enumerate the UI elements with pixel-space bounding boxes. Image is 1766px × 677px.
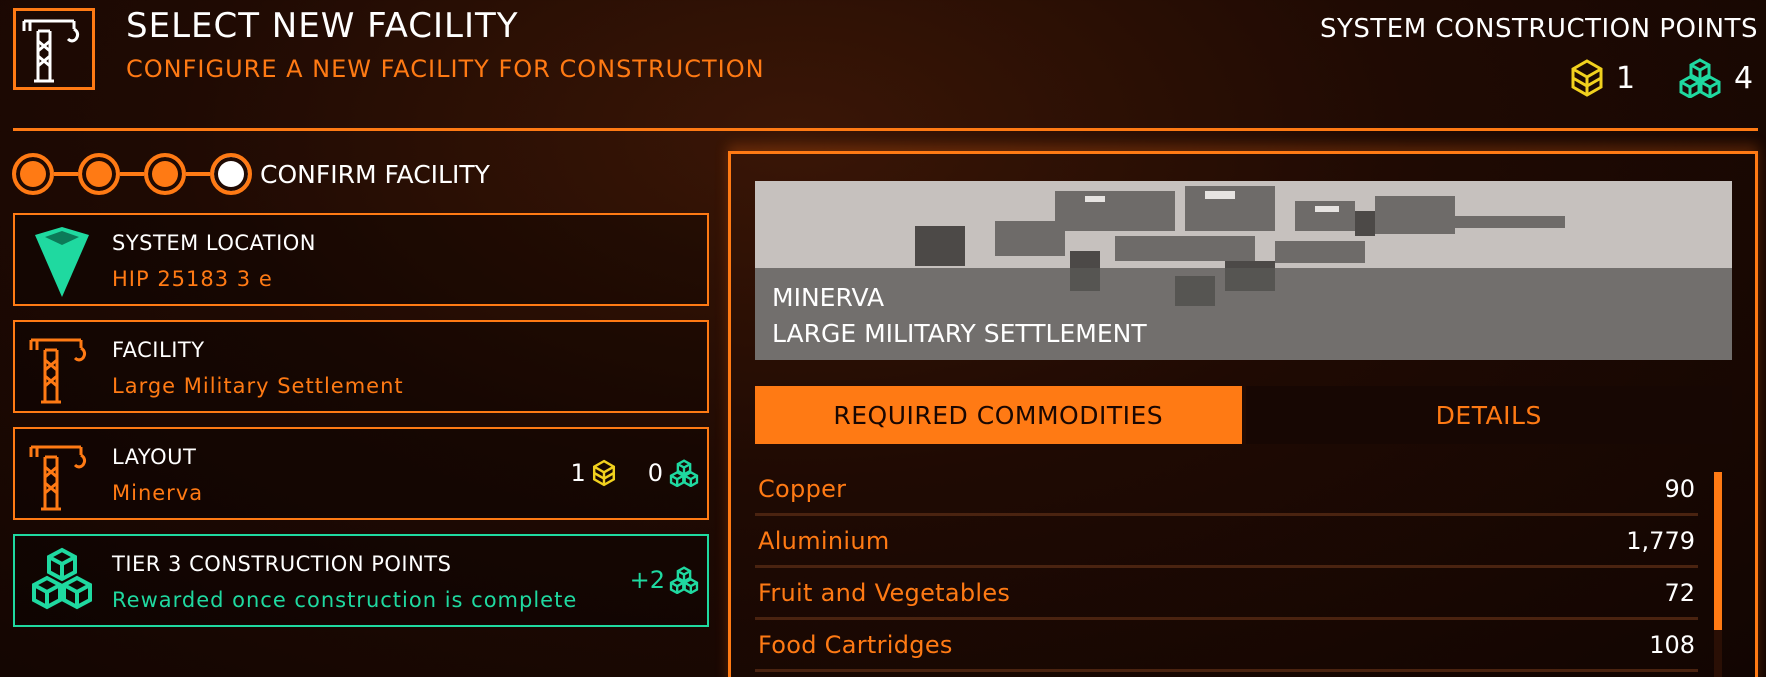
system-location-panel[interactable]: SYSTEM LOCATION HIP 25183 3 e (13, 213, 709, 306)
layout-tier3-cost: 0 (647, 459, 663, 487)
facility-preview-image: MINERVA LARGE MILITARY SETTLEMENT (755, 181, 1732, 360)
commodities-scrollbar-thumb[interactable] (1714, 472, 1722, 630)
tab-details[interactable]: DETAILS (1245, 386, 1732, 444)
location-marker-icon (35, 227, 89, 297)
crane-icon (29, 445, 87, 511)
system-location-value: HIP 25183 3 e (112, 267, 273, 291)
step-2-indicator[interactable] (78, 153, 120, 195)
system-location-title: SYSTEM LOCATION (112, 231, 317, 255)
list-item[interactable]: Aluminium 1,779 (755, 516, 1698, 568)
facility-value: Large Military Settlement (112, 374, 404, 398)
step-connector (120, 172, 144, 176)
step-1-indicator[interactable] (12, 153, 54, 195)
step-connector (54, 172, 78, 176)
commodity-name: Aluminium (758, 526, 890, 555)
tier2-cube-icon (1571, 59, 1603, 97)
layout-value: Minerva (112, 481, 204, 505)
tier3-reward-value: +2 (629, 566, 665, 594)
facility-title: FACILITY (112, 338, 205, 362)
layout-title: LAYOUT (112, 445, 197, 469)
tier3-reward-amount: +2 (630, 566, 699, 594)
tier3-reward-title: TIER 3 CONSTRUCTION POINTS (112, 552, 452, 576)
tier3-points-value: 4 (1734, 60, 1754, 96)
page-subtitle: CONFIGURE A NEW FACILITY FOR CONSTRUCTIO… (126, 55, 765, 83)
commodity-quantity: 90 (1664, 474, 1695, 503)
tier3-reward-description: Rewarded once construction is complete (112, 588, 578, 612)
list-item[interactable]: Fruit and Vegetables 72 (755, 568, 1698, 620)
tier3-reward-panel: TIER 3 CONSTRUCTION POINTS Rewarded once… (13, 534, 709, 627)
crane-icon (29, 338, 87, 404)
system-construction-points-label: SYSTEM CONSTRUCTION POINTS (1320, 14, 1758, 44)
commodity-name: Fruit and Vegetables (758, 578, 1011, 607)
commodity-quantity: 1,779 (1626, 526, 1695, 555)
commodity-quantity: 72 (1664, 578, 1695, 607)
preview-facility-type: LARGE MILITARY SETTLEMENT (772, 319, 1147, 348)
commodity-name: Food Cartridges (758, 630, 953, 659)
facility-header-icon (13, 8, 95, 90)
header-divider (13, 128, 1758, 131)
tab-required-commodities[interactable]: REQUIRED COMMODITIES (755, 386, 1242, 444)
tier3-cubes-icon (1679, 58, 1721, 98)
preview-layout-name: MINERVA (772, 283, 885, 312)
list-item[interactable]: Food Cartridges 108 (755, 620, 1698, 672)
tier3-cubes-icon (669, 459, 699, 487)
layout-costs: 1 0 (570, 459, 699, 487)
tier3-cubes-icon (669, 566, 699, 594)
system-construction-points: 1 4 (1570, 56, 1758, 100)
list-item[interactable]: Copper 90 (755, 464, 1698, 516)
detail-tabs: REQUIRED COMMODITIES DETAILS (755, 386, 1732, 444)
facility-panel[interactable]: FACILITY Large Military Settlement (13, 320, 709, 413)
step-3-indicator[interactable] (144, 153, 186, 195)
crane-icon (22, 19, 80, 83)
commodities-list: Copper 90 Aluminium 1,779 Fruit and Vege… (755, 464, 1698, 672)
tier3-cubes-icon (32, 547, 92, 610)
commodity-name: Copper (758, 474, 847, 503)
step-progress: CONFIRM FACILITY (12, 151, 490, 197)
current-step-label: CONFIRM FACILITY (260, 159, 490, 189)
page-title: SELECT NEW FACILITY (126, 6, 519, 46)
layout-panel[interactable]: LAYOUT Minerva 1 0 (13, 427, 709, 520)
step-connector (186, 172, 210, 176)
layout-tier2-cost: 1 (570, 459, 586, 487)
commodity-quantity: 108 (1649, 630, 1695, 659)
tier2-points-value: 1 (1616, 60, 1636, 96)
step-4-indicator-current[interactable] (210, 153, 252, 195)
tier2-cube-icon (592, 459, 615, 487)
